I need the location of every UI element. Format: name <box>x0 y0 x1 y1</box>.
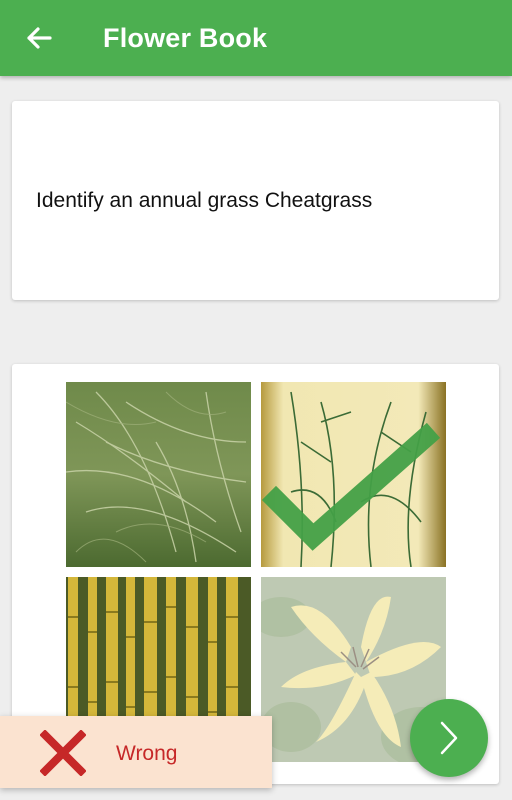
option-cheatgrass-photo[interactable] <box>66 382 251 567</box>
app-bar: Flower Book <box>0 0 512 76</box>
question-card: Identify an annual grass Cheatgrass <box>12 101 499 300</box>
next-button[interactable] <box>410 699 488 777</box>
arrow-left-icon <box>27 27 52 49</box>
wrong-feedback-toast: Wrong <box>0 716 272 788</box>
question-text: Identify an annual grass Cheatgrass <box>36 189 373 212</box>
grass-illustration <box>261 382 446 567</box>
option-grass-illustration[interactable] <box>261 382 446 567</box>
wrong-label: Wrong <box>116 742 178 765</box>
app-title: Flower Book <box>103 23 268 53</box>
chevron-right-icon <box>440 721 458 755</box>
x-mark-icon <box>40 730 86 776</box>
back-button[interactable] <box>22 22 56 54</box>
cheatgrass-photo <box>66 382 251 567</box>
